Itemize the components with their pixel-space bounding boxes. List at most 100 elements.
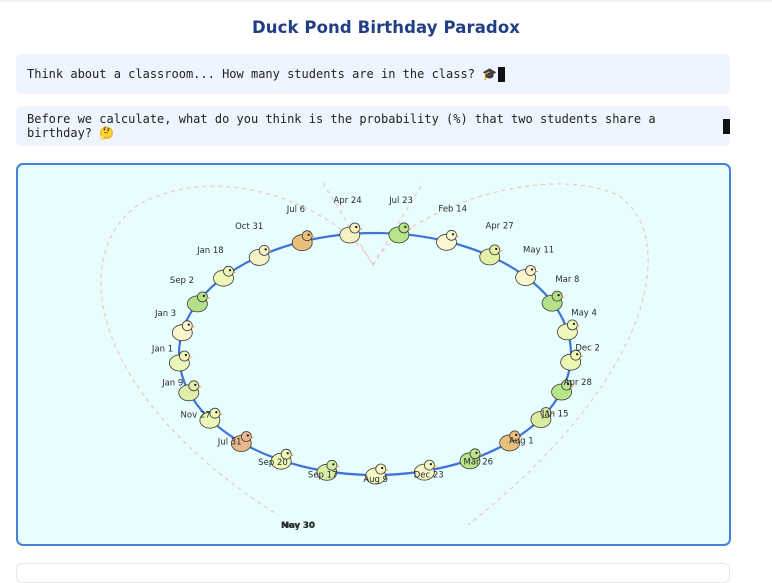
duck-eye — [202, 294, 205, 297]
duck[interactable] — [479, 244, 503, 266]
duck-head — [181, 320, 193, 332]
duck-head — [178, 350, 190, 362]
duck[interactable] — [388, 222, 412, 244]
duck-pond-canvas: Jul 23 Feb 14 Apr 27 May 11 Mar 8 May 4 Dec 2 A… — [100, 182, 649, 531]
duck-birthday-label: Jan 3 — [154, 309, 176, 319]
duck-birthday-label: Mar 8 — [555, 275, 579, 285]
duck-birthday-label: Jul 31 — [217, 437, 242, 447]
duck-eye — [228, 269, 232, 272]
duck-pond-stage: Jul 23 Feb 14 Apr 27 May 11 Mar 8 May 4 Dec 2 A… — [16, 163, 731, 546]
duck[interactable] — [515, 265, 539, 286]
duck-beak — [561, 296, 566, 299]
duck-beak — [580, 355, 584, 358]
duck-eye — [246, 434, 249, 437]
class-size-prompt-text: Think about a classroom... How many stud… — [27, 67, 498, 81]
duck-beak — [219, 413, 223, 416]
duck-head — [196, 291, 208, 303]
duck-birthday-label: Apr 24 — [333, 196, 361, 206]
duck-birthday-label: Jan 18 — [196, 246, 224, 256]
duck-beak — [233, 271, 237, 274]
duck-eye — [451, 233, 455, 236]
duck-beak — [198, 385, 202, 388]
duck-eye — [215, 411, 218, 414]
duck-beak — [408, 227, 412, 230]
duck-birthday-label: Mar 26 — [464, 457, 494, 467]
duck-birthday-label: Nov 27 — [181, 410, 211, 420]
duck-eye — [515, 433, 518, 436]
duck-birthday-label: Dec 2 — [575, 343, 600, 353]
duck-birthday-label: Sep 2 — [170, 276, 194, 286]
duck-beak — [535, 270, 539, 273]
duck-eye — [286, 452, 289, 455]
duck-beak — [499, 249, 503, 252]
text-cursor — [498, 66, 506, 82]
duck-head — [209, 407, 221, 419]
duck-birthday-label: Jan 1 — [151, 344, 173, 354]
duck-birthday-label: Feb 14 — [438, 205, 467, 215]
duck-birthday-label: Aug 1 — [509, 437, 534, 447]
duck[interactable] — [557, 319, 581, 341]
duck-eye — [404, 225, 407, 228]
duck-birthday-label: Oct 31 — [235, 222, 263, 232]
duck-beak — [456, 235, 460, 238]
duck-beak — [336, 465, 340, 468]
duck-birthday-label: Apr 27 — [485, 222, 513, 232]
duck-head — [188, 380, 200, 392]
duck-head — [423, 459, 435, 471]
duck-eye — [531, 268, 534, 271]
duck-beak — [250, 436, 255, 439]
duck-head — [446, 229, 457, 241]
duck-head — [258, 245, 270, 256]
duck[interactable] — [186, 291, 211, 313]
duck-head — [326, 459, 338, 471]
duck[interactable] — [213, 265, 237, 287]
probability-prompt-text: Before we calculate, what do you think i… — [27, 112, 656, 140]
duck[interactable] — [171, 320, 196, 342]
duck-eye — [187, 323, 190, 326]
duck[interactable] — [248, 245, 273, 266]
duck-birthday-label: May 4 — [571, 308, 597, 318]
duck-beak — [311, 235, 316, 238]
top-divider — [0, 0, 772, 2]
duck-eye — [307, 233, 310, 236]
duck-eye — [332, 463, 335, 466]
duck-birthday-label: Jan 9 — [161, 379, 183, 389]
duck-birthday-label: Sep 17 — [308, 471, 338, 481]
duck-eye — [572, 322, 575, 325]
duck-eye — [355, 225, 358, 229]
duck-head — [223, 265, 234, 277]
duck-birthday-label: May 11 — [523, 245, 554, 255]
duck-birthday-label: Jul 6 — [286, 205, 305, 215]
probability-guess-prompt[interactable]: Before we calculate, what do you think i… — [16, 106, 730, 146]
overlapping-birthday-label: May 30 — [281, 521, 315, 531]
duck-head — [551, 290, 563, 302]
duck[interactable] — [436, 229, 460, 251]
duck-beak — [576, 324, 581, 327]
duck-birthday-label: Dec 23 — [414, 471, 444, 481]
duck-birthday-label: Jul 23 — [388, 196, 413, 206]
duck-eye — [429, 463, 432, 466]
duck-eye — [194, 383, 197, 386]
duck-birthday-label: Sep 20 — [258, 458, 288, 468]
duck-eye — [475, 451, 478, 454]
duck-eye — [264, 248, 267, 251]
duck-head — [398, 222, 410, 234]
duck-eye — [576, 353, 579, 356]
duck-birthday-label: Aug 9 — [363, 475, 388, 485]
duck-head — [349, 222, 361, 234]
duck-beak — [191, 325, 196, 328]
duck-head — [567, 319, 578, 331]
class-size-prompt[interactable]: Think about a classroom... How many stud… — [16, 54, 730, 94]
results-panel — [16, 563, 730, 583]
duck-beak — [433, 465, 438, 468]
page-title: Duck Pond Birthday Paradox — [251, 18, 521, 37]
duck-head — [301, 230, 313, 242]
duck[interactable] — [291, 230, 316, 252]
duck-head — [489, 244, 501, 256]
text-cursor — [723, 118, 730, 134]
duck-birthday-label: Apr 28 — [564, 378, 592, 388]
duck[interactable] — [339, 222, 363, 244]
duck-beak — [385, 469, 389, 471]
duck-head — [525, 265, 537, 276]
duck-birthday-label: Jan 15 — [541, 410, 569, 420]
